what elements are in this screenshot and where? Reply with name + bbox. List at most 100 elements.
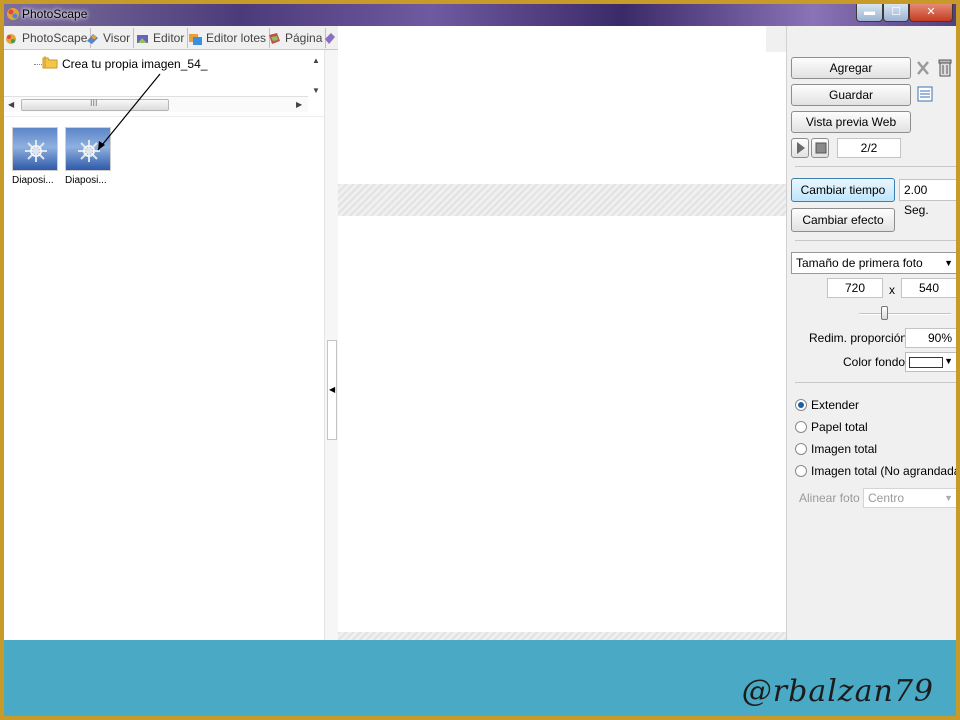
scroll-right-icon[interactable]: ▶: [296, 100, 302, 109]
times-label: x: [889, 283, 895, 297]
preview-header-area: [338, 26, 766, 52]
tab-visor-label: Visor: [103, 31, 131, 45]
time-value-field[interactable]: 2.00 Seg.: [899, 179, 956, 217]
size-slider[interactable]: [859, 305, 951, 323]
change-effect-button[interactable]: Cambiar efecto: [791, 208, 895, 232]
tab-editor-lotes[interactable]: Editor lotes: [188, 28, 271, 48]
scroll-left-icon[interactable]: ◀: [8, 100, 14, 109]
save-button[interactable]: Guardar: [791, 84, 911, 106]
stop-icon: [815, 142, 827, 154]
tree-vertical-scrollbar[interactable]: ▲ ▼: [308, 54, 324, 100]
width-field[interactable]: 720: [827, 278, 883, 298]
fit-option-label: Imagen total (No agrandada): [811, 464, 956, 478]
thumbnail-image: [65, 127, 111, 171]
close-button[interactable]: ✕: [909, 4, 953, 22]
play-button[interactable]: [791, 138, 809, 158]
background-color-label: Color fondo: [843, 355, 906, 369]
align-photo-label: Alinear foto: [799, 491, 860, 505]
tab-editor[interactable]: Editor: [135, 28, 189, 48]
preview-filmstrip-top: [338, 184, 786, 216]
preview-canvas[interactable]: [338, 216, 786, 632]
tab-pagina[interactable]: Página: [267, 28, 327, 48]
play-icon: [797, 142, 805, 154]
scroll-thumb[interactable]: III: [21, 98, 169, 111]
minimize-button[interactable]: ▬: [856, 4, 883, 22]
tab-photoscape[interactable]: PhotoScape: [4, 28, 92, 48]
chevron-down-icon: ▼: [944, 356, 953, 366]
thumbnail-item[interactable]: Diaposi...: [12, 127, 58, 186]
maximize-button[interactable]: ☐: [883, 4, 909, 22]
list-icon[interactable]: [917, 86, 933, 102]
thumbnail-item[interactable]: Diaposi...: [65, 127, 111, 186]
ship-wheel-icon: [25, 140, 47, 162]
size-mode-value: Tamaño de primera foto: [796, 256, 923, 270]
folder-icon: [42, 56, 58, 69]
radio-button[interactable]: [795, 443, 807, 455]
align-photo-value: Centro: [868, 491, 905, 505]
thumbnail-label: Diaposi...: [12, 175, 54, 186]
background-color-picker[interactable]: ▼: [905, 352, 956, 372]
scroll-down-icon[interactable]: ▼: [312, 86, 320, 95]
resize-ratio-label: Redim. proporción: [809, 331, 908, 345]
tree-connector: [34, 64, 42, 65]
fit-option-imagen-total[interactable]: Imagen total: [795, 442, 877, 456]
size-mode-select[interactable]: Tamaño de primera foto ▼: [791, 252, 956, 274]
radio-button[interactable]: [795, 421, 807, 433]
web-preview-button[interactable]: Vista previa Web: [791, 111, 911, 133]
fit-option-no-agrandada[interactable]: Imagen total (No agrandada): [795, 464, 956, 478]
more-tabs-icon[interactable]: [323, 31, 337, 46]
batch-editor-icon: [189, 33, 202, 45]
separator: [795, 240, 956, 241]
collapse-left-icon[interactable]: ◀: [329, 385, 335, 394]
height-field[interactable]: 540: [901, 278, 956, 298]
fit-option-papel-total[interactable]: Papel total: [795, 420, 868, 434]
viewer-icon: [87, 33, 98, 44]
tab-photoscape-label: PhotoScape: [22, 31, 88, 45]
folder-tree: Crea tu propia imagen_54_: [4, 50, 324, 100]
add-button[interactable]: Agregar: [791, 57, 911, 79]
photoscape-icon: [6, 33, 16, 44]
change-time-button[interactable]: Cambiar tiempo: [791, 178, 895, 202]
fit-option-extender[interactable]: Extender: [795, 398, 859, 412]
panel-splitter[interactable]: ◀: [324, 50, 338, 644]
chevron-down-icon: ▼: [944, 258, 953, 268]
scroll-up-icon[interactable]: ▲: [312, 56, 320, 65]
radio-button[interactable]: [795, 465, 807, 477]
align-photo-select[interactable]: Centro ▼: [863, 488, 956, 508]
tab-editor-label: Editor: [153, 31, 185, 45]
radio-button[interactable]: [795, 399, 807, 411]
thumbnail-label: Diaposi...: [65, 175, 107, 186]
photoscape-window: PhotoScape ▬ ☐ ✕ PhotoScape Visor Editor…: [4, 4, 956, 716]
main-tab-bar: PhotoScape Visor Editor Editor lotes Pág…: [4, 26, 338, 50]
remove-icon[interactable]: [915, 59, 931, 77]
slide-counter: 2/2: [837, 138, 901, 158]
separator: [795, 166, 956, 167]
trash-icon[interactable]: [937, 58, 953, 78]
window-title: PhotoScape: [22, 7, 88, 21]
watermark-text: @rbalzan79: [741, 674, 934, 709]
editor-icon: [137, 34, 148, 43]
ship-wheel-icon: [78, 140, 100, 162]
slider-thumb[interactable]: [881, 306, 888, 320]
chevron-down-icon: ▼: [944, 493, 953, 503]
tree-folder-label[interactable]: Crea tu propia imagen_54_: [62, 57, 207, 71]
resize-ratio-field[interactable]: 90%: [905, 328, 956, 348]
color-swatch: [909, 357, 943, 368]
splitter-grip[interactable]: ◀: [327, 340, 337, 440]
close-icon: ✕: [926, 6, 936, 18]
page-icon: [269, 32, 280, 44]
slideshow-control-panel: Agregar Guardar Vista previa Web 2/2 Cam…: [786, 26, 956, 644]
thumbnail-image: [12, 127, 58, 171]
thumbnail-list: Diaposi... Diaposi...: [4, 116, 324, 644]
footer-banner: @rbalzan79: [4, 640, 956, 716]
photoscape-app-icon: [7, 8, 19, 20]
preview-top-area: [338, 52, 786, 184]
fit-option-label: Imagen total: [811, 442, 878, 456]
separator: [795, 382, 956, 383]
fit-option-label: Papel total: [811, 420, 868, 434]
tree-horizontal-scrollbar[interactable]: ◀ III ▶: [4, 96, 308, 112]
fit-option-label: Extender: [811, 398, 860, 412]
stop-button[interactable]: [811, 138, 829, 158]
tab-editor-lotes-label: Editor lotes: [206, 31, 267, 45]
tab-visor[interactable]: Visor: [85, 28, 135, 48]
